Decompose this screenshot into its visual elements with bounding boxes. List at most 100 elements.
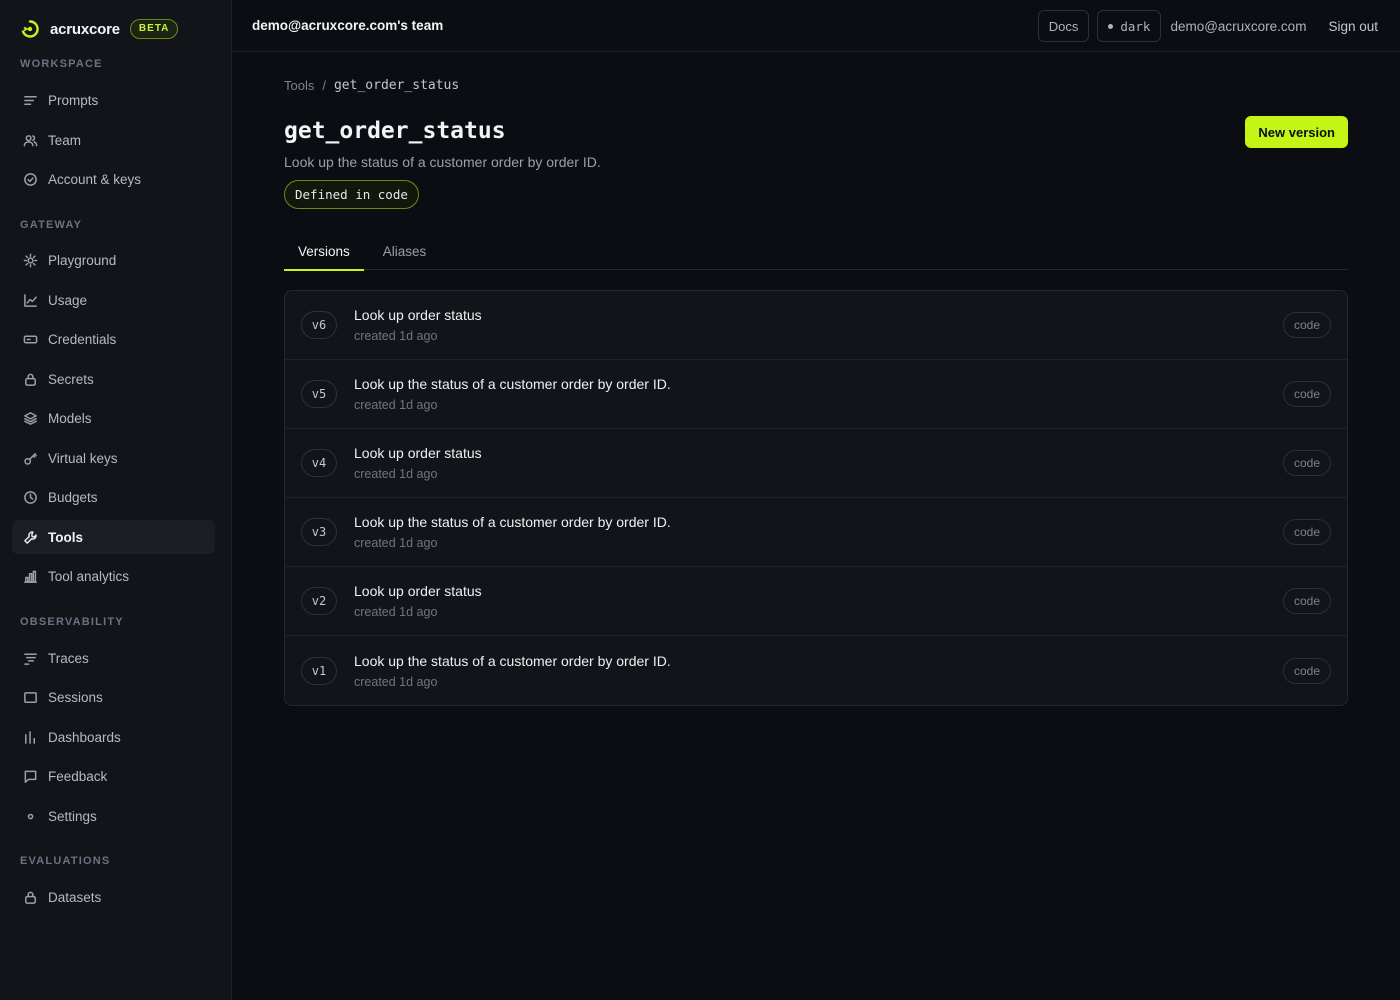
bars-icon (22, 729, 38, 745)
version-row[interactable]: v2 Look up order status created 1d ago c… (285, 567, 1347, 636)
sidebar-item-virtual-keys[interactable]: Virtual keys (12, 441, 215, 475)
top-bar: demo@acruxcore.com's team Docs dark demo… (232, 0, 1400, 52)
page-title: get_order_status (284, 118, 506, 144)
lock-icon (22, 371, 38, 387)
wrench-icon (22, 529, 38, 545)
sidebar-item-tools[interactable]: Tools (12, 520, 215, 554)
docs-button[interactable]: Docs (1037, 10, 1090, 42)
sidebar-item-label: Models (48, 410, 92, 426)
sidebar-item-label: Settings (48, 808, 97, 824)
line-chart-icon (22, 292, 38, 308)
version-number: v2 (301, 587, 337, 615)
version-row[interactable]: v4 Look up order status created 1d ago c… (285, 429, 1347, 498)
key-icon (22, 450, 38, 466)
message-icon (22, 768, 38, 784)
bar-chart-icon (22, 568, 38, 584)
sidebar-item-label: Datasets (48, 889, 102, 905)
theme-label: dark (1120, 18, 1151, 34)
layers-icon (22, 410, 38, 426)
sidebar-item-settings[interactable]: Settings (12, 799, 215, 833)
brand-name: acruxcore (50, 20, 120, 38)
version-source-tag: code (1282, 519, 1331, 545)
clock-icon (22, 489, 38, 505)
section-title-observability: OBSERVABILITY (20, 616, 124, 628)
sidebar-item-tool-analytics[interactable]: Tool analytics (12, 559, 215, 593)
sidebar-item-team[interactable]: Team (12, 123, 215, 157)
version-source-tag: code (1282, 657, 1331, 684)
breadcrumb: Tools / get_order_status (284, 78, 459, 93)
sidebar-item-models[interactable]: Models (12, 401, 215, 435)
version-title: Look up order status (354, 307, 482, 323)
team-name[interactable]: demo@acruxcore.com's team (252, 18, 443, 33)
sidebar-item-label: Dashboards (48, 729, 121, 745)
card-icon (22, 331, 38, 347)
sidebar-item-label: Budgets (48, 489, 98, 505)
version-row[interactable]: v5 Look up the status of a customer orde… (285, 360, 1347, 429)
traces-icon (22, 650, 38, 666)
version-number: v5 (301, 380, 337, 408)
version-created: created 1d ago (354, 605, 438, 619)
sidebar-item-playground[interactable]: Playground (12, 243, 215, 277)
theme-toggle-button[interactable]: dark (1097, 10, 1162, 42)
version-source-tag: code (1282, 381, 1331, 407)
version-number: v1 (301, 656, 337, 685)
version-number: v4 (301, 449, 337, 477)
sidebar-item-account-keys[interactable]: Account & keys (12, 162, 215, 196)
version-source-tag: code (1282, 450, 1331, 476)
sidebar-item-label: Account & keys (48, 171, 142, 187)
sidebar-item-label: Tool analytics (48, 568, 130, 584)
tab-bar: Versions Aliases (284, 232, 1348, 271)
sidebar-item-label: Usage (48, 292, 88, 308)
version-row[interactable]: v3 Look up the status of a customer orde… (285, 498, 1347, 567)
user-email: demo@acruxcore.com (1170, 18, 1307, 34)
version-created: created 1d ago (354, 536, 438, 550)
list-icon (22, 92, 38, 108)
sidebar-item-label: Secrets (48, 371, 94, 387)
sidebar-item-prompts[interactable]: Prompts (12, 83, 215, 117)
version-number: v3 (301, 518, 337, 546)
breadcrumb-tools-link[interactable]: Tools (284, 78, 314, 93)
sidebar-item-label: Virtual keys (48, 450, 118, 466)
tab-aliases[interactable]: Aliases (369, 232, 441, 270)
theme-dot-icon (1108, 23, 1114, 29)
tab-versions[interactable]: Versions (284, 232, 364, 271)
new-version-button[interactable]: New version (1245, 116, 1348, 148)
sidebar-item-label: Feedback (48, 768, 108, 784)
sidebar-item-credentials[interactable]: Credentials (12, 322, 215, 356)
sidebar-item-dashboards[interactable]: Dashboards (12, 720, 215, 754)
sidebar-item-traces[interactable]: Traces (12, 641, 215, 675)
sidebar-item-label: Credentials (48, 331, 117, 347)
sidebar-item-sessions[interactable]: Sessions (12, 680, 215, 714)
version-number: v6 (301, 311, 337, 339)
sidebar-item-label: Sessions (48, 689, 103, 705)
sidebar: acruxcore BETA WORKSPACE Prompts Team Ac… (0, 0, 232, 1000)
check-circle-icon (22, 171, 38, 187)
dot-icon (22, 808, 38, 824)
sign-out-link[interactable]: Sign out (1328, 19, 1378, 34)
section-title-evaluations: EVALUATIONS (20, 855, 111, 867)
sidebar-item-label: Prompts (48, 92, 99, 108)
sidebar-item-datasets[interactable]: Datasets (12, 880, 215, 914)
version-title: Look up order status (354, 583, 482, 599)
sidebar-item-usage[interactable]: Usage (12, 283, 215, 317)
version-row[interactable]: v1 Look up the status of a customer orde… (285, 636, 1347, 705)
version-created: created 1d ago (354, 398, 438, 412)
sidebar-item-label: Playground (48, 252, 117, 268)
sun-icon (22, 252, 38, 268)
version-source-tag: code (1282, 312, 1331, 338)
versions-list: v6 Look up order status created 1d ago c… (284, 290, 1348, 706)
version-created: created 1d ago (354, 329, 438, 343)
version-title: Look up order status (354, 445, 482, 461)
version-row[interactable]: v6 Look up order status created 1d ago c… (285, 291, 1347, 360)
lock-icon (22, 889, 38, 905)
version-created: created 1d ago (354, 674, 438, 689)
sidebar-item-secrets[interactable]: Secrets (12, 362, 215, 396)
brand-logo-icon (20, 19, 40, 39)
brand[interactable]: acruxcore BETA (20, 16, 179, 42)
sidebar-item-budgets[interactable]: Budgets (12, 480, 215, 514)
sidebar-item-feedback[interactable]: Feedback (12, 759, 215, 793)
breadcrumb-separator: / (322, 78, 326, 93)
users-icon (22, 132, 38, 148)
version-source-tag: code (1282, 588, 1331, 614)
version-title: Look up the status of a customer order b… (354, 514, 671, 530)
